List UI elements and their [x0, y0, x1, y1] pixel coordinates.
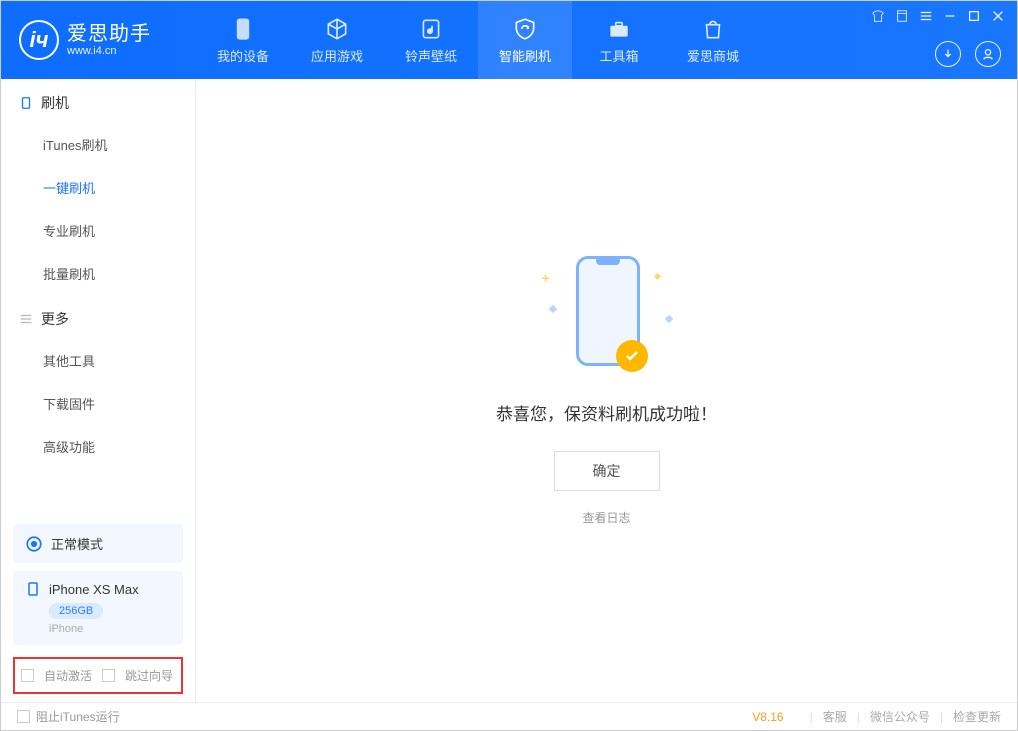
app-title: 爱思助手 [67, 23, 151, 45]
block-itunes-label: 阻止iTunes运行 [36, 708, 120, 725]
check-badge-icon [616, 340, 648, 372]
nav-my-device[interactable]: 我的设备 [196, 1, 290, 79]
top-nav: 我的设备 应用游戏 铃声壁纸 智能刷机 工具箱 爱思商城 [196, 1, 760, 79]
shirt-icon[interactable] [871, 9, 885, 23]
sidebar-item-pro-flash[interactable]: 专业刷机 [43, 209, 195, 252]
mode-card[interactable]: 正常模式 [13, 524, 183, 563]
sidebar-item-other-tools[interactable]: 其他工具 [43, 339, 195, 382]
check-update-link[interactable]: 检查更新 [953, 708, 1001, 725]
app-body: 刷机 iTunes刷机 一键刷机 专业刷机 批量刷机 更多 其他工具 下载固件 … [1, 79, 1017, 702]
device-type: iPhone [49, 623, 171, 635]
device-card[interactable]: iPhone XS Max 256GB iPhone [13, 571, 183, 645]
view-log-link[interactable]: 查看日志 [582, 509, 630, 526]
success-message: 恭喜您，保资料刷机成功啦！ [496, 400, 717, 425]
download-button[interactable] [935, 41, 961, 67]
header-actions [935, 41, 1001, 67]
list-icon [19, 312, 33, 326]
block-itunes-checkbox[interactable] [17, 710, 30, 723]
phone-icon [230, 16, 256, 42]
device-capacity-badge: 256GB [49, 603, 103, 619]
flash-options-highlighted: 自动激活 跳过向导 [13, 657, 183, 694]
mode-label: 正常模式 [51, 534, 103, 553]
maximize-icon[interactable] [967, 9, 981, 23]
account-button[interactable] [975, 41, 1001, 67]
nav-smart-flash[interactable]: 智能刷机 [478, 1, 572, 79]
version-label: V8.16 [752, 710, 783, 724]
sidebar-item-itunes-flash[interactable]: iTunes刷机 [43, 123, 195, 166]
sidebar: 刷机 iTunes刷机 一键刷机 专业刷机 批量刷机 更多 其他工具 下载固件 … [1, 79, 196, 702]
menu-icon[interactable] [919, 9, 933, 23]
sync-icon [25, 535, 43, 553]
toolbox-icon [606, 16, 632, 42]
checkmark-icon [624, 348, 640, 364]
skip-guide-label: 跳过向导 [125, 667, 173, 684]
sidebar-section-flash: 刷机 [1, 79, 195, 123]
support-link[interactable]: 客服 [823, 708, 847, 725]
music-note-icon [418, 16, 444, 42]
ok-button[interactable]: 确定 [554, 451, 660, 491]
phone-small-icon [19, 96, 33, 110]
bag-icon [700, 16, 726, 42]
minimize-icon[interactable] [943, 9, 957, 23]
cube-icon [324, 16, 350, 42]
auto-activate-checkbox[interactable] [21, 669, 34, 682]
wechat-link[interactable]: 微信公众号 [870, 708, 930, 725]
device-phone-icon [25, 581, 41, 597]
auto-activate-label: 自动激活 [44, 667, 92, 684]
nav-toolbox[interactable]: 工具箱 [572, 1, 666, 79]
download-icon [941, 47, 955, 61]
logo-block: iч 爱思助手 www.i4.cn [1, 20, 196, 60]
sidebar-item-batch-flash[interactable]: 批量刷机 [43, 252, 195, 295]
sidebar-item-advanced[interactable]: 高级功能 [43, 425, 195, 468]
sidebar-item-download-firmware[interactable]: 下载固件 [43, 382, 195, 425]
window-controls [871, 9, 1005, 23]
nav-store[interactable]: 爱思商城 [666, 1, 760, 79]
shield-refresh-icon [512, 16, 538, 42]
logo-icon: iч [19, 20, 59, 60]
skip-guide-checkbox[interactable] [102, 669, 115, 682]
nav-ringtone-wallpaper[interactable]: 铃声壁纸 [384, 1, 478, 79]
close-icon[interactable] [991, 9, 1005, 23]
device-name: iPhone XS Max [49, 582, 139, 597]
clipboard-icon[interactable] [895, 9, 909, 23]
app-header: iч 爱思助手 www.i4.cn 我的设备 应用游戏 铃声壁纸 智能刷机 工具… [1, 1, 1017, 79]
main-content: + 恭喜您，保资料刷机成功啦！ 确定 查看日志 [196, 79, 1017, 702]
app-subtitle: www.i4.cn [67, 45, 151, 57]
status-bar: 阻止iTunes运行 V8.16 | 客服 | 微信公众号 | 检查更新 [1, 702, 1017, 730]
sidebar-section-more: 更多 [1, 295, 195, 339]
nav-apps-games[interactable]: 应用游戏 [290, 1, 384, 79]
user-icon [981, 47, 995, 61]
phone-success-illustration: + [562, 256, 652, 376]
sidebar-item-oneclick-flash[interactable]: 一键刷机 [43, 166, 195, 209]
